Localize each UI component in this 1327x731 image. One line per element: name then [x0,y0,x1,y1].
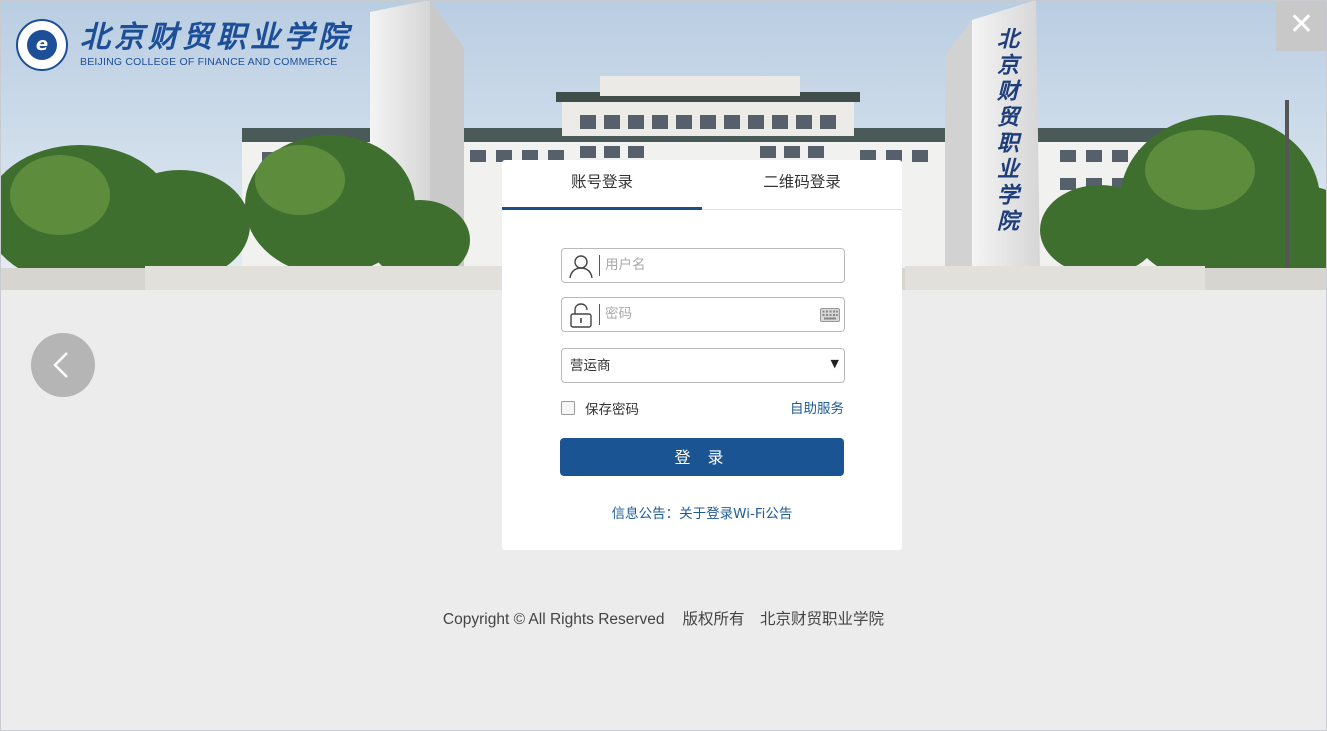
carrier-select-value: 营运商 [570,358,611,374]
carrier-select[interactable]: 营运商 ▼ [561,348,845,383]
close-button[interactable]: ✕ [1276,0,1327,51]
password-input[interactable] [605,302,805,326]
tab-account-login[interactable]: 账号登录 [502,160,702,210]
remember-password-label: 保存密码 [585,402,639,418]
username-field [561,248,845,283]
footer: Copyright © All Rights Reserved 版权所有 北京财贸… [0,607,1327,629]
monument-inscription: 北京财贸职业学院 [993,27,1019,235]
college-logo: e 北京财贸职业学院 BEIJING COLLEGE OF FINANCE AN… [16,19,352,71]
caret-down-icon: ▼ [830,357,839,370]
tab-qrcode-login[interactable]: 二维码登录 [702,160,902,209]
self-service-link[interactable]: 自助服务 [790,397,844,417]
login-tabs: 账号登录 二维码登录 [502,160,902,210]
remember-password[interactable]: 保存密码 [561,398,639,418]
chevron-left-icon [53,352,68,378]
copyright-owner: 版权所有 北京财贸职业学院 [682,611,885,628]
user-icon [569,255,593,279]
lock-icon [570,303,592,328]
notice: 信息公告：关于登录Wi-Fi公告 [502,502,902,522]
login-panel: 账号登录 二维码登录 营运商 ▼ 保 [502,160,902,550]
copyright-text: Copyright © All Rights Reserved [442,611,665,628]
college-name-en: BEIJING COLLEGE OF FINANCE AND COMMERCE [80,56,338,68]
previous-slide-button[interactable] [31,333,95,397]
close-icon: ✕ [1288,7,1315,42]
notice-prefix: 信息公告： [611,506,680,522]
college-name-cn: 北京财贸职业学院 [80,20,352,55]
school-emblem-icon: e [16,19,68,71]
notice-link[interactable]: 关于登录Wi-Fi公告 [679,506,792,522]
remember-password-checkbox[interactable] [561,401,575,415]
password-field [561,297,845,332]
field-separator [599,304,600,325]
keyboard-icon[interactable] [820,308,840,322]
username-input[interactable] [605,253,805,277]
field-separator [599,255,600,276]
login-button[interactable]: 登 录 [560,438,844,476]
